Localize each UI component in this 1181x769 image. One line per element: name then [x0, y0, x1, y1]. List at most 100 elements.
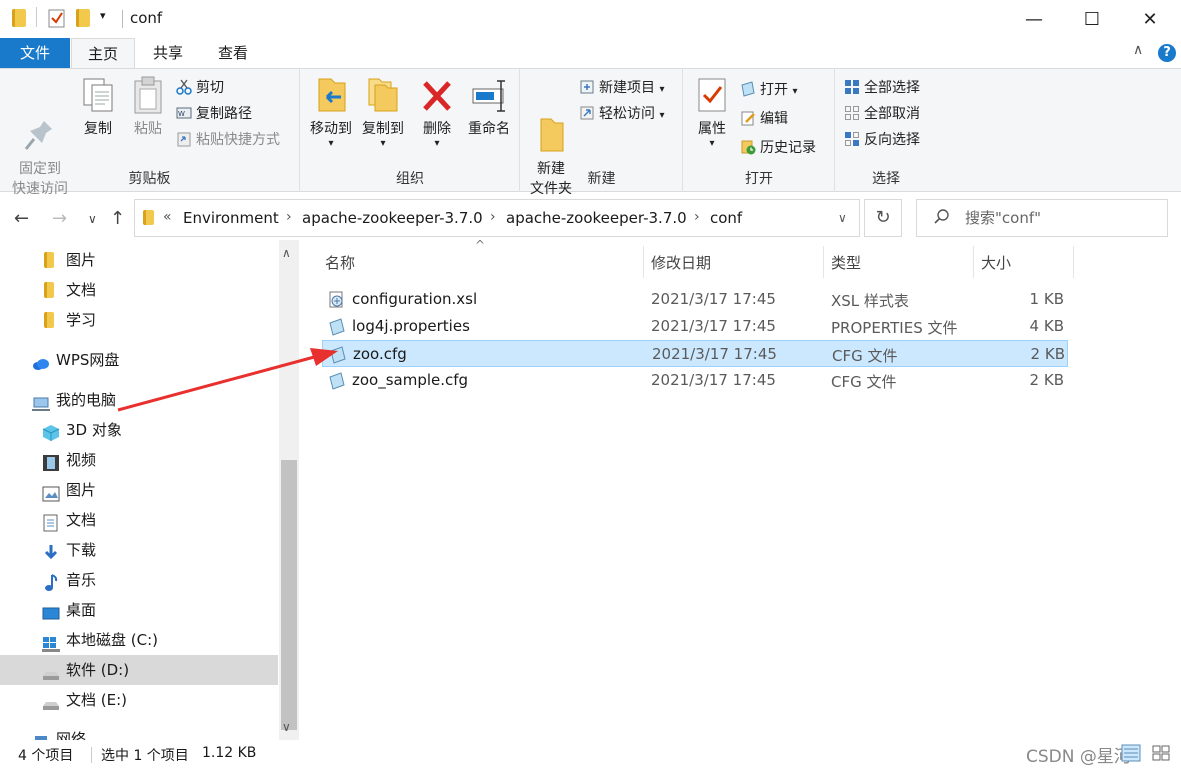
details-view-icon[interactable] — [1121, 744, 1141, 766]
breadcrumb-item[interactable]: conf — [710, 209, 742, 227]
column-header-type[interactable]: 类型 — [831, 252, 861, 273]
column-divider[interactable] — [973, 246, 974, 278]
rename-button[interactable]: 重命名 — [463, 75, 515, 139]
address-dropdown-chevron-icon[interactable]: ∨ — [838, 211, 847, 225]
sidebar-item-desktop[interactable]: 桌面 — [0, 595, 278, 625]
paste-shortcut-button[interactable]: 粘贴快捷方式 — [176, 128, 280, 152]
move-to-button[interactable]: 移动到 ▾ — [305, 75, 357, 149]
sidebar-item-documents[interactable]: 文档 — [0, 505, 278, 535]
breadcrumb-item[interactable]: Environment — [183, 209, 279, 227]
back-arrow-icon[interactable]: ← — [14, 208, 29, 229]
large-icons-view-icon[interactable] — [1151, 744, 1171, 766]
clipboard-group-label: 剪贴板 — [128, 171, 171, 187]
status-bar: 4 个项目 选中 1 个项目 1.12 KB CSDN @星河 — [0, 740, 1181, 769]
column-divider[interactable] — [1073, 246, 1074, 278]
column-header-size[interactable]: 大小 — [981, 252, 1011, 273]
sidebar-item-documents-quick[interactable]: 文档 — [0, 275, 278, 305]
divider — [91, 747, 92, 763]
open-button[interactable]: 打开 ▾ — [740, 78, 797, 102]
invert-selection-button[interactable]: 反向选择 — [844, 128, 920, 152]
watermark: CSDN @星河 — [1026, 747, 1131, 767]
folder-icon — [44, 282, 54, 298]
breadcrumb-item[interactable]: apache-zookeeper-3.7.0 — [302, 209, 483, 227]
copy-icon — [80, 75, 116, 115]
dropdown-caret-icon: ▾ — [434, 138, 440, 149]
scroll-down-chevron-icon[interactable]: ∨ — [282, 720, 291, 734]
easy-access-button[interactable]: 轻松访问 ▾ — [579, 102, 664, 126]
select-all-button[interactable]: 全部选择 — [844, 76, 920, 100]
select-none-button[interactable]: 全部取消 — [844, 102, 920, 126]
folder-icon — [143, 210, 154, 225]
breadcrumb-chevron-icon[interactable]: › — [490, 209, 496, 225]
edit-button[interactable]: 编辑 — [740, 107, 788, 131]
history-button[interactable]: 历史记录 — [740, 136, 816, 160]
copy-path-button[interactable]: W 复制路径 — [176, 102, 252, 126]
table-row[interactable]: configuration.xsl 2021/3/17 17:45 XSL 样式… — [322, 286, 1068, 313]
new-item-button[interactable]: 新建项目 ▾ — [579, 76, 664, 100]
sidebar-item-videos[interactable]: 视频 — [0, 445, 278, 475]
close-button[interactable]: ✕ — [1121, 0, 1179, 38]
sidebar-scroll-thumb[interactable] — [281, 460, 297, 730]
search-input[interactable] — [965, 209, 1155, 227]
sidebar-item-drive-c[interactable]: 本地磁盘 (C:) — [0, 625, 278, 655]
customize-quick-access-icon[interactable]: ▾ — [100, 9, 106, 22]
file-size: 2 KB — [1030, 345, 1065, 363]
maximize-button[interactable]: ☐ — [1063, 0, 1121, 38]
help-icon[interactable]: ? — [1158, 44, 1176, 62]
copy-to-button[interactable]: 复制到 ▾ — [357, 75, 409, 149]
file-name: log4j.properties — [352, 317, 470, 335]
breadcrumb-chevron-icon[interactable]: › — [694, 209, 700, 225]
document-icon — [43, 512, 59, 532]
column-divider[interactable] — [823, 246, 824, 278]
breadcrumb-chevron-icon[interactable]: › — [286, 209, 292, 225]
sidebar-item-drive-e[interactable]: 文档 (E:) — [0, 685, 278, 715]
minimize-button[interactable]: — — [1005, 0, 1063, 38]
forward-arrow-icon[interactable]: → — [52, 208, 67, 229]
sidebar-item-this-pc[interactable]: 我的电脑 — [0, 385, 278, 415]
refresh-button[interactable]: ↻ — [864, 199, 902, 237]
up-arrow-icon[interactable]: ↑ — [110, 208, 125, 229]
sidebar-item-music[interactable]: 音乐 — [0, 565, 278, 595]
search-box[interactable] — [916, 199, 1168, 237]
tab-share[interactable]: 共享 — [136, 38, 200, 68]
select-none-icon — [844, 105, 860, 121]
file-type: XSL 样式表 — [831, 292, 909, 310]
copy-button[interactable]: 复制 — [76, 75, 120, 139]
column-divider[interactable] — [643, 246, 644, 278]
breadcrumb-overflow[interactable]: « — [163, 209, 172, 225]
tab-view[interactable]: 查看 — [201, 38, 265, 68]
breadcrumb-item[interactable]: apache-zookeeper-3.7.0 — [506, 209, 687, 227]
column-header-modified[interactable]: 修改日期 — [651, 252, 711, 273]
collapse-ribbon-icon[interactable]: ∧ — [1133, 42, 1143, 58]
drive-icon — [42, 662, 59, 680]
file-modified: 2021/3/17 17:45 — [651, 290, 776, 308]
properties-button[interactable]: 属性 ▾ — [690, 75, 734, 149]
file-size: 4 KB — [1029, 317, 1064, 335]
properties-quick-icon[interactable] — [48, 8, 66, 32]
new-folder-quick-icon[interactable] — [76, 9, 90, 27]
tab-home[interactable]: 主页 — [71, 38, 135, 69]
sidebar-item-drive-d[interactable]: 软件 (D:) — [0, 655, 278, 685]
sidebar-item-downloads[interactable]: 下载 — [0, 535, 278, 565]
scroll-up-chevron-icon[interactable]: ∧ — [282, 246, 291, 260]
sidebar-item-network[interactable]: 网络 — [0, 724, 278, 740]
cut-button[interactable]: 剪切 — [176, 76, 224, 100]
column-header-name[interactable]: 名称 — [325, 252, 355, 273]
sidebar-item-3d-objects[interactable]: 3D 对象 — [0, 415, 278, 445]
sidebar-item-wps-drive[interactable]: WPS网盘 — [0, 345, 278, 375]
table-row[interactable]: zoo.cfg 2021/3/17 17:45 CFG 文件 2 KB — [322, 340, 1068, 367]
sidebar-item-pictures-quick[interactable]: 图片 — [0, 245, 278, 275]
music-note-icon — [43, 572, 59, 591]
paste-button[interactable]: 粘贴 — [126, 75, 170, 139]
sidebar-item-study[interactable]: 学习 — [0, 305, 278, 335]
tab-file[interactable]: 文件 — [0, 38, 70, 68]
sidebar-item-pictures[interactable]: 图片 — [0, 475, 278, 505]
address-bar[interactable]: « Environment › apache-zookeeper-3.7.0 ›… — [134, 199, 860, 237]
edit-pencil-icon — [740, 110, 756, 126]
delete-button[interactable]: 删除 ▾ — [417, 75, 457, 149]
table-row[interactable]: log4j.properties 2021/3/17 17:45 PROPERT… — [322, 313, 1068, 340]
dropdown-caret-icon: ▾ — [659, 84, 665, 95]
file-type: CFG 文件 — [832, 347, 898, 365]
recent-locations-chevron-icon[interactable]: ∨ — [88, 212, 97, 226]
table-row[interactable]: zoo_sample.cfg 2021/3/17 17:45 CFG 文件 2 … — [322, 367, 1068, 394]
